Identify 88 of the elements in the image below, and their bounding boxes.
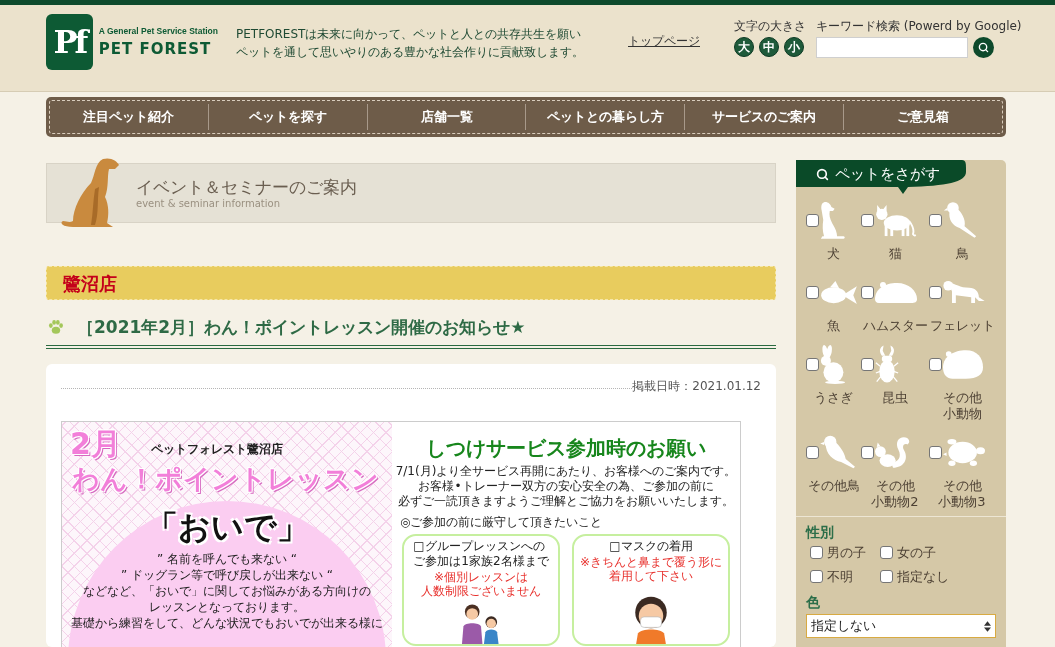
fish-icon (820, 279, 858, 305)
pet-label: その他 小動物3 (937, 478, 987, 510)
rule-text: □グループレッスンへの ご参加は1家族2名様まで (413, 539, 549, 569)
flyer-title: わん！ポイントレッスン (71, 462, 380, 496)
checkbox[interactable] (861, 213, 874, 227)
site-message: PETFORESTは未来に向かって、ペットと人との共存共生を願い ペットを通して思いやりのある豊かな社会作りに貢献致します。 (236, 26, 585, 61)
bird-icon (943, 201, 977, 239)
font-size-button[interactable]: 小 (784, 37, 804, 57)
color-select[interactable]: 指定しない (806, 614, 996, 638)
nav-link[interactable]: ご意見箱 (843, 104, 1002, 130)
checkbox[interactable] (929, 213, 942, 227)
checkbox[interactable] (929, 357, 942, 371)
font-size-label: 文字の大きさ (734, 19, 806, 34)
logo-mark: Pf (46, 14, 93, 70)
search-label: キーワード検索 (Powerd by Google) (816, 19, 1022, 34)
rule-text: □マスクの着用 (609, 539, 693, 554)
gender-label: 指定なし (897, 568, 949, 585)
dog-icon (820, 200, 846, 240)
gender-label: 不明 (827, 568, 853, 585)
pet-label: 犬 (826, 246, 841, 262)
turtle-icon (943, 437, 985, 467)
beetle-icon (875, 344, 899, 384)
rule-note: ※きちんと鼻まで覆う形に着用して下さい (578, 555, 724, 583)
updown-icon (984, 620, 991, 632)
checkbox[interactable] (880, 570, 893, 583)
notice-title: しつけサービス参加時のお願い (426, 436, 706, 460)
pet-label: その他鳥 (806, 478, 861, 494)
font-size-button[interactable]: 大 (734, 37, 754, 57)
pet-label: 鳥 (954, 246, 970, 262)
article-title: ［2021年2月］わん！ポイントレッスン開催のお知らせ★ (77, 316, 526, 339)
pet-label: ハムスター (861, 318, 929, 334)
panel-title: ペットをさがす (835, 164, 940, 184)
paw-icon (48, 320, 63, 334)
search-icon (978, 42, 989, 53)
pet-label: その他 小動物 (941, 390, 983, 422)
checkbox[interactable] (861, 285, 874, 299)
flyer-keyword: 「おいで」 (144, 507, 310, 547)
gender-heading: 性別 (806, 523, 835, 541)
checkbox[interactable] (880, 546, 893, 559)
checkbox[interactable] (861, 445, 874, 459)
pet-label: 猫 (887, 246, 903, 262)
search-field[interactable] (816, 37, 968, 58)
pet-label: 魚 (826, 318, 841, 334)
store-heading: 鷺沼店 (46, 266, 776, 300)
guinea-pig-icon (943, 349, 983, 379)
pet-label: その他 小動物2 (870, 478, 920, 510)
checkbox[interactable] (929, 445, 942, 459)
posted-date: 掲載日時：2021.01.12 (632, 378, 761, 394)
pet-label: うさぎ (813, 390, 854, 406)
notice-intro: 7/1(月)より全サービス再開にあたり、お客様へのご案内です。 お客様•トレーナー双方の安心安全の為、ご参加の前に 必ずご一読頂きますようご理解とご協力をお願いいたします。 (395, 464, 737, 509)
nav-link[interactable]: 店舗一覧 (366, 104, 526, 130)
flyer-month: 2月 (70, 427, 121, 461)
nav-link[interactable]: サービスのご案内 (684, 104, 844, 130)
checkbox[interactable] (810, 546, 823, 559)
squirrel-icon (875, 435, 911, 469)
banner-title: イベント＆セミナーのご案内 (136, 176, 358, 198)
logo-name: PET FOREST (98, 40, 213, 58)
gender-label: 男の子 (827, 544, 866, 561)
checkbox[interactable] (806, 213, 819, 227)
checkbox[interactable] (806, 445, 819, 459)
search-icon (816, 168, 829, 181)
ferret-icon (943, 280, 985, 304)
top-page-link[interactable]: トップページ (628, 34, 700, 49)
logo-tagline: A General Pet Service Station (98, 26, 218, 37)
nav-link[interactable]: 注目ペット紹介 (50, 104, 208, 130)
checkbox[interactable] (806, 285, 819, 299)
nav-link[interactable]: ペットを探す (207, 104, 367, 130)
pet-label: 昆虫 (881, 390, 909, 406)
hamster-icon (875, 280, 917, 304)
nav-link[interactable]: ペットとの暮らし方 (525, 104, 685, 130)
color-heading: 色 (806, 593, 821, 611)
checkbox[interactable] (810, 570, 823, 583)
font-size-button[interactable]: 中 (759, 37, 779, 57)
pet-label: フェレット (929, 318, 995, 334)
rabbit-icon (820, 344, 846, 384)
dog-drawing (59, 157, 121, 229)
flyer-store: ペットフォレスト鷺沼店 (150, 442, 283, 457)
flyer-description: ” 名前を呼んでも来ない “ ” ドッグラン等で呼び戻しが出来ない “ などなど、「おいで」に関してお悩みがある方向けの レッスンとなっております。 基礎から練習をして、どんな状況でもおいでが出来る様に (71, 551, 383, 631)
cat-icon (875, 203, 917, 237)
search-button[interactable] (973, 37, 994, 58)
gender-label: 女の子 (897, 544, 936, 561)
rule-note: ※個別レッスンは 人数制限ございません (421, 570, 541, 598)
rules-heading: ◎ご参加の前に厳守して頂きたいこと (400, 515, 603, 530)
checkbox[interactable] (929, 285, 942, 299)
bird-icon (820, 435, 856, 469)
checkbox[interactable] (806, 357, 819, 371)
banner-subtitle: event & seminar information (136, 197, 281, 210)
checkbox[interactable] (861, 357, 874, 371)
